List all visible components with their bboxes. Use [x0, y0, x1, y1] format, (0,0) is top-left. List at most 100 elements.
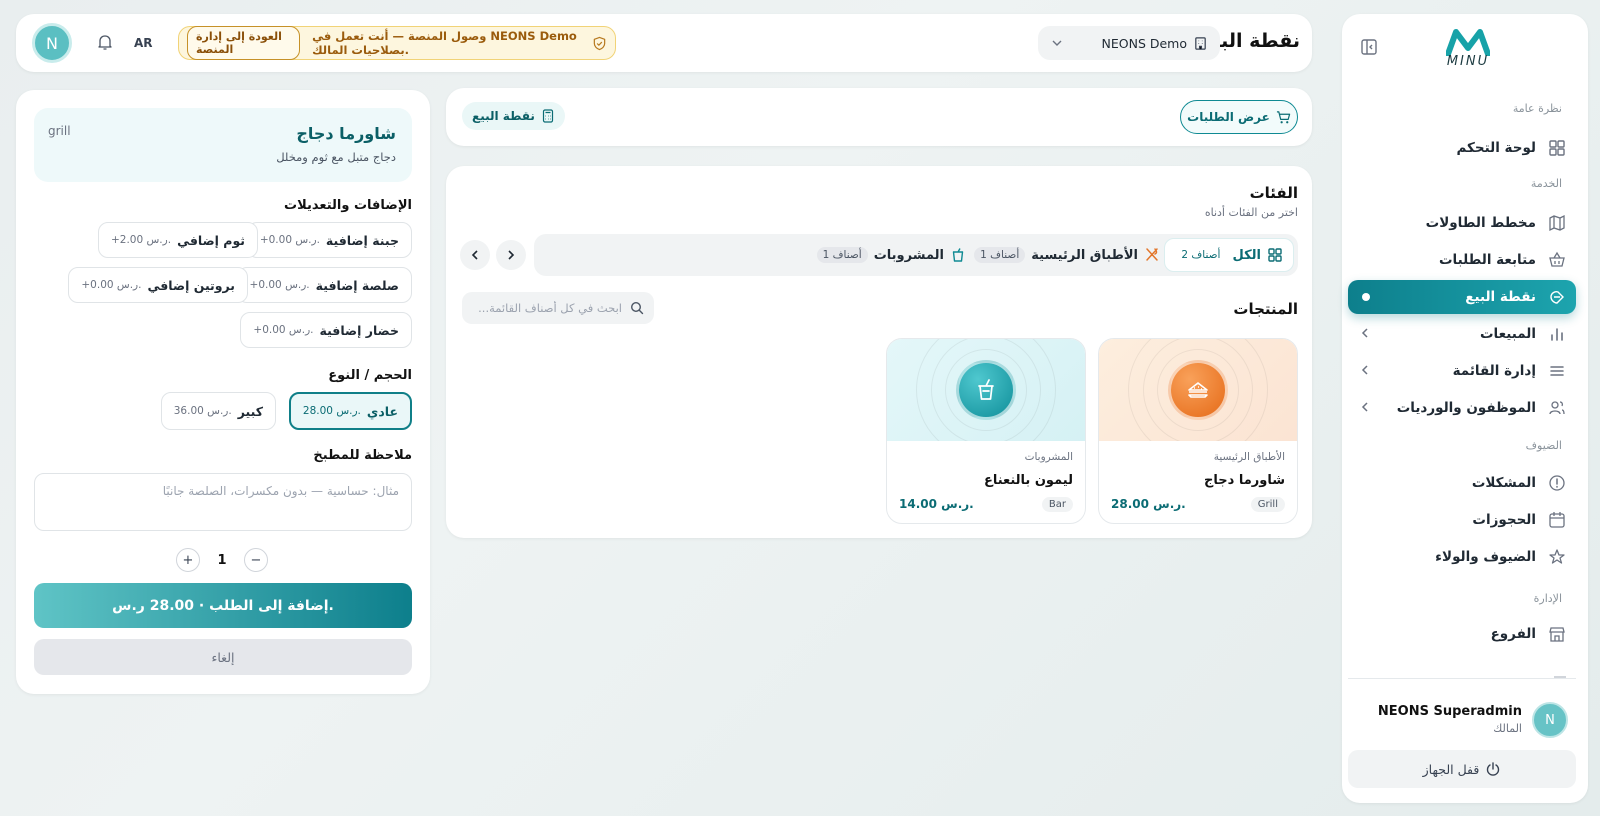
sidebar-item-branches[interactable]: الفروع: [1348, 617, 1576, 651]
chevron-left-icon: [1358, 363, 1372, 377]
store-icon: [1548, 625, 1566, 643]
bell-icon[interactable]: [96, 33, 114, 51]
user-name: NEONS Superadmin: [1377, 704, 1522, 719]
station-tag: Bar: [1041, 497, 1073, 512]
sidebar-item-label: المشكلات: [1471, 475, 1536, 491]
tab-count: 1 أصناف: [974, 247, 1026, 263]
size-name: كبير: [237, 403, 263, 419]
section-overview: نظرة عامة: [1512, 102, 1562, 115]
product-category: الأطباق الرئيسية: [1213, 451, 1285, 463]
decrease-quantity-button[interactable]: −: [243, 548, 268, 572]
section-admin: الإدارة: [1533, 592, 1562, 605]
addon-price: +2.00 ر.س.: [110, 234, 172, 246]
branch-selector[interactable]: NEONS Demo: [1038, 26, 1220, 60]
alert-circle-icon: [1548, 474, 1566, 492]
sidebar-item-sales[interactable]: المبيعات: [1348, 317, 1576, 351]
avatar[interactable]: N: [32, 23, 72, 63]
tab-drinks[interactable]: المشروبات 1 أصناف: [807, 238, 976, 272]
sidebar-item-dashboard[interactable]: لوحة التحكم: [1348, 131, 1576, 165]
scroll-right-button[interactable]: [496, 240, 526, 270]
language-toggle[interactable]: AR: [134, 36, 153, 50]
kitchen-note-field[interactable]: [34, 473, 412, 531]
size-regular[interactable]: عادي 28.00 ر.س.: [288, 392, 412, 430]
sidebar-item-label: الحجوزات: [1472, 512, 1536, 528]
product-price: 28.00 ر.س.: [1111, 497, 1186, 511]
tab-main-dishes[interactable]: الأطباق الرئيسية 1 أصناف: [964, 238, 1170, 272]
cart-icon: [1276, 110, 1291, 125]
lock-device-button[interactable]: قفل الجهاز: [1348, 750, 1576, 788]
addon-name: ثوم إضافي: [177, 232, 245, 248]
cancel-button[interactable]: إلغاء: [34, 639, 412, 675]
product-image: [887, 339, 1085, 441]
pos-mode-label: نقطة البيع: [472, 109, 535, 123]
platform-access-banner: وصول المنصة — أنت تعمل في NEONS Demo بصل…: [178, 26, 616, 60]
menu-search[interactable]: [462, 292, 654, 324]
building-icon: [1193, 36, 1208, 51]
product-name: ليمون بالنعناع: [983, 473, 1073, 488]
product-image: [1099, 339, 1297, 441]
pos-mode-pill[interactable]: نقطة البيع: [462, 102, 565, 130]
sidebar-item-pos[interactable]: نقطة البيع: [1348, 280, 1576, 314]
view-orders-label: عرض الطلبات: [1187, 110, 1270, 124]
view-orders-button[interactable]: عرض الطلبات: [1180, 100, 1298, 134]
products-panel: الفئات اختر من الفئات أدناه الكل 2 أصناف…: [446, 166, 1312, 538]
map-icon: [1548, 214, 1566, 232]
sidebar-item-order-tracking[interactable]: متابعة الطلبات: [1348, 243, 1576, 277]
product-category: المشروبات: [1024, 451, 1073, 463]
addon-name: خضار إضافية: [319, 322, 400, 338]
sidebar-item-label: لوحة التحكم: [1456, 140, 1536, 156]
sidebar-item-menu-management[interactable]: إدارة القائمة: [1348, 354, 1576, 388]
sidebar-item-loyalty[interactable]: الضيوف والولاء: [1348, 540, 1576, 574]
sidebar-item-label: إدارة القائمة: [1452, 363, 1536, 379]
categories-subtitle: اختر من الفئات أدناه: [1204, 206, 1298, 219]
section-guests: الضيوف: [1525, 439, 1562, 452]
chevron-right-icon: [508, 250, 515, 260]
brand-logo[interactable]: MINU: [1428, 28, 1508, 86]
chevron-left-icon: [1358, 400, 1372, 414]
sidebar-item-label: الفروع: [1490, 626, 1536, 642]
menu-list-icon: [1548, 362, 1566, 380]
item-station: grill: [48, 124, 71, 138]
addon-name: بروتين إضافي: [147, 277, 235, 293]
logo-mark-icon: [1446, 29, 1490, 56]
increase-quantity-button[interactable]: +: [176, 548, 200, 572]
addon-extra-cheese[interactable]: جبنة إضافية +0.00 ر.س.: [246, 222, 412, 258]
add-to-order-button[interactable]: إضافة إلى الطلب · 28.00 ر.س.: [34, 583, 412, 628]
avatar: N: [1532, 702, 1568, 738]
sidebar-item-issues[interactable]: المشكلات: [1348, 466, 1576, 500]
addon-extra-vegetables[interactable]: خضار إضافية +0.00 ر.س.: [240, 312, 412, 348]
user-profile[interactable]: N NEONS Superadmin المالك: [1348, 698, 1576, 746]
addon-extra-garlic[interactable]: ثوم إضافي +2.00 ر.س.: [97, 222, 258, 258]
tab-count: 1 أصناف: [816, 247, 868, 263]
pos-toolbar: عرض الطلبات نقطة البيع: [446, 88, 1312, 146]
tab-label: المشروبات: [873, 247, 944, 263]
addon-extra-protein[interactable]: بروتين إضافي +0.00 ر.س.: [68, 267, 248, 303]
sidebar-divider: [1348, 678, 1576, 679]
search-input[interactable]: [472, 301, 622, 315]
sidebar-item-staff[interactable]: الموظفون والورديات: [1348, 391, 1576, 425]
item-detail-panel: شاورما دجاج دجاج متبل مع ثوم ومخلل grill…: [16, 90, 430, 694]
drink-icon: [956, 360, 1016, 420]
sidebar-item-reservations[interactable]: الحجوزات: [1348, 503, 1576, 537]
utensils-icon: [1144, 247, 1160, 263]
station-tag: Grill: [1250, 497, 1285, 512]
product-card-lemon-mint[interactable]: المشروبات ليمون بالنعناع Bar 14.00 ر.س.: [886, 338, 1086, 524]
section-service: الخدمة: [1530, 177, 1562, 190]
bar-chart-icon: [1548, 325, 1566, 343]
addon-extra-sauce[interactable]: صلصة إضافية +0.00 ر.س.: [236, 267, 412, 303]
size-heading: الحجم / النوع: [328, 368, 412, 383]
product-card-shawarma[interactable]: الأطباق الرئيسية شاورما دجاج Grill 28.00…: [1098, 338, 1298, 524]
chevron-left-icon: [1358, 326, 1372, 340]
tab-all[interactable]: الكل 2 أصناف: [1164, 238, 1294, 272]
item-header: شاورما دجاج دجاج متبل مع ثوم ومخلل grill: [34, 108, 412, 182]
sandwich-icon: [1168, 360, 1228, 420]
scroll-left-button[interactable]: [460, 240, 490, 270]
sidebar-item-table-map[interactable]: مخطط الطاولات: [1348, 206, 1576, 240]
quantity-stepper: + 1 −: [176, 548, 268, 572]
kitchen-note-heading: ملاحظة للمطبخ: [313, 448, 412, 463]
collapse-sidebar-icon[interactable]: [1360, 38, 1378, 56]
product-name: شاورما دجاج: [1204, 473, 1285, 488]
sidebar: MINU نظرة عامة لوحة التحكم الخدمة مخطط ا…: [1342, 14, 1588, 803]
size-large[interactable]: كبير 36.00 ر.س.: [160, 392, 276, 430]
back-to-platform-button[interactable]: العودة إلى إدارة المنصة: [187, 26, 301, 60]
